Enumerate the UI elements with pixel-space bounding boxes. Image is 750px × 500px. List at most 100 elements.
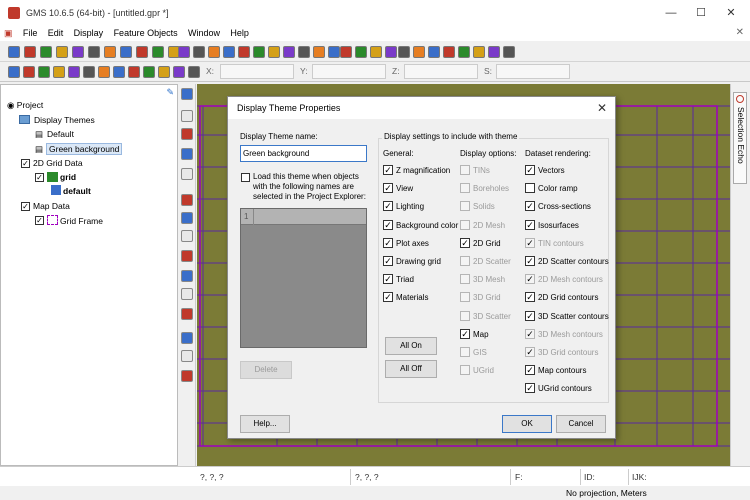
toolbar-button-icon[interactable] (355, 46, 367, 58)
ok-button[interactable]: OK (502, 415, 552, 433)
menu-window[interactable]: Window (184, 26, 224, 41)
option-checkbox[interactable]: ✓ (383, 292, 393, 303)
toolbar-button-icon[interactable] (298, 46, 310, 58)
toolbar-button-icon[interactable] (188, 66, 200, 78)
tool-icon[interactable] (181, 288, 193, 300)
tree-default-theme[interactable]: Default (47, 129, 74, 139)
toolbar-button-icon[interactable] (503, 46, 515, 58)
toolbar-button-icon[interactable] (23, 66, 35, 78)
tool-icon[interactable] (181, 88, 193, 100)
toolbar-button-icon[interactable] (208, 46, 220, 58)
toolbar-button-icon[interactable] (158, 66, 170, 78)
option-checkbox[interactable]: ✓ (525, 219, 535, 230)
menu-help[interactable]: Help (226, 26, 253, 41)
document-close-icon[interactable]: ✕ (736, 27, 744, 38)
tool-icon[interactable] (181, 350, 193, 362)
toolbar-button-icon[interactable] (38, 66, 50, 78)
toolbar-button-icon[interactable] (152, 46, 164, 58)
tree-grid-data[interactable]: 2D Grid Data (33, 158, 83, 168)
menu-edit[interactable]: Edit (44, 26, 68, 41)
toolbar-button-icon[interactable] (72, 46, 84, 58)
tool-icon[interactable] (181, 230, 193, 242)
z-coord-field[interactable] (404, 64, 478, 79)
toolbar-button-icon[interactable] (98, 66, 110, 78)
tree-green-theme[interactable]: Green background (46, 143, 123, 155)
toolbar-button-icon[interactable] (173, 66, 185, 78)
toolbar-button-icon[interactable] (40, 46, 52, 58)
grid-checkbox[interactable]: ✓ (35, 173, 44, 182)
option-checkbox[interactable]: ✓ (383, 165, 393, 175)
option-checkbox[interactable]: ✓ (460, 237, 470, 248)
tree-grid[interactable]: grid (60, 172, 76, 182)
toolbar-button-icon[interactable] (83, 66, 95, 78)
toolbar-button-icon[interactable] (178, 46, 190, 58)
tool-icon[interactable] (181, 308, 193, 320)
toolbar-button-icon[interactable] (143, 66, 155, 78)
option-checkbox[interactable]: ✓ (383, 183, 393, 194)
toolbar-button-icon[interactable] (68, 66, 80, 78)
toolbar-button-icon[interactable] (104, 46, 116, 58)
tool-icon[interactable] (181, 270, 193, 282)
tool-icon[interactable] (181, 110, 193, 122)
toolbar-button-icon[interactable] (313, 46, 325, 58)
toolbar-button-icon[interactable] (223, 46, 235, 58)
close-window-button[interactable]: ✕ (718, 4, 744, 22)
object-names-list[interactable]: 1 (240, 208, 367, 348)
s-coord-field[interactable] (496, 64, 570, 79)
map-data-checkbox[interactable]: ✓ (21, 202, 30, 211)
toolbar-button-icon[interactable] (136, 46, 148, 58)
toolbar-button-icon[interactable] (53, 66, 65, 78)
option-checkbox[interactable] (525, 183, 535, 194)
option-checkbox[interactable]: ✓ (525, 383, 535, 394)
toolbar-button-icon[interactable] (238, 46, 250, 58)
option-checkbox[interactable]: ✓ (525, 365, 535, 376)
tree-project[interactable]: ◉ Project (7, 100, 43, 111)
menu-feature-objects[interactable]: Feature Objects (110, 26, 182, 41)
document-icon[interactable]: ▣ (0, 26, 17, 41)
toolbar-button-icon[interactable] (56, 46, 68, 58)
option-checkbox[interactable]: ✓ (383, 237, 393, 248)
toolbar-button-icon[interactable] (328, 46, 340, 58)
toolbar-button-icon[interactable] (268, 46, 280, 58)
tool-icon[interactable] (181, 332, 193, 344)
toolbar-button-icon[interactable] (398, 46, 410, 58)
option-checkbox[interactable]: ✓ (525, 310, 535, 321)
toolbar-button-icon[interactable] (428, 46, 440, 58)
load-theme-checkbox[interactable] (241, 173, 250, 182)
tool-icon[interactable] (181, 370, 193, 382)
pin-icon[interactable]: ✎ (166, 87, 174, 98)
help-button[interactable]: Help... (240, 415, 290, 433)
toolbar-button-icon[interactable] (473, 46, 485, 58)
option-checkbox[interactable]: ✓ (383, 256, 393, 266)
delete-button[interactable]: Delete (240, 361, 292, 379)
selection-echo-tab[interactable]: Selection Echo (733, 92, 747, 184)
all-on-button[interactable]: All On (385, 337, 437, 355)
y-coord-field[interactable] (312, 64, 386, 79)
cancel-button[interactable]: Cancel (556, 415, 606, 433)
toolbar-button-icon[interactable] (88, 46, 100, 58)
tool-icon[interactable] (181, 194, 193, 206)
option-checkbox[interactable]: ✓ (525, 201, 535, 212)
option-checkbox[interactable]: ✓ (383, 201, 393, 212)
toolbar-button-icon[interactable] (253, 46, 265, 58)
option-checkbox[interactable]: ✓ (525, 292, 535, 303)
toolbar-button-icon[interactable] (458, 46, 470, 58)
toolbar-button-icon[interactable] (413, 46, 425, 58)
toolbar-button-icon[interactable] (24, 46, 36, 58)
grid-frame-checkbox[interactable]: ✓ (35, 216, 44, 225)
minimize-button[interactable]: — (658, 4, 684, 22)
toolbar-button-icon[interactable] (120, 46, 132, 58)
tree-grid-frame[interactable]: Grid Frame (60, 216, 103, 226)
toolbar-button-icon[interactable] (385, 46, 397, 58)
tool-icon[interactable] (181, 148, 193, 160)
tool-icon[interactable] (181, 168, 193, 180)
toolbar-button-icon[interactable] (113, 66, 125, 78)
maximize-button[interactable]: ☐ (688, 4, 714, 22)
toolbar-button-icon[interactable] (8, 66, 20, 78)
toolbar-button-icon[interactable] (443, 46, 455, 58)
toolbar-button-icon[interactable] (370, 46, 382, 58)
option-checkbox[interactable]: ✓ (525, 165, 535, 175)
theme-name-input[interactable]: Green background (240, 145, 367, 162)
option-checkbox[interactable]: ✓ (460, 328, 470, 339)
dialog-close-icon[interactable]: ✕ (597, 101, 607, 115)
